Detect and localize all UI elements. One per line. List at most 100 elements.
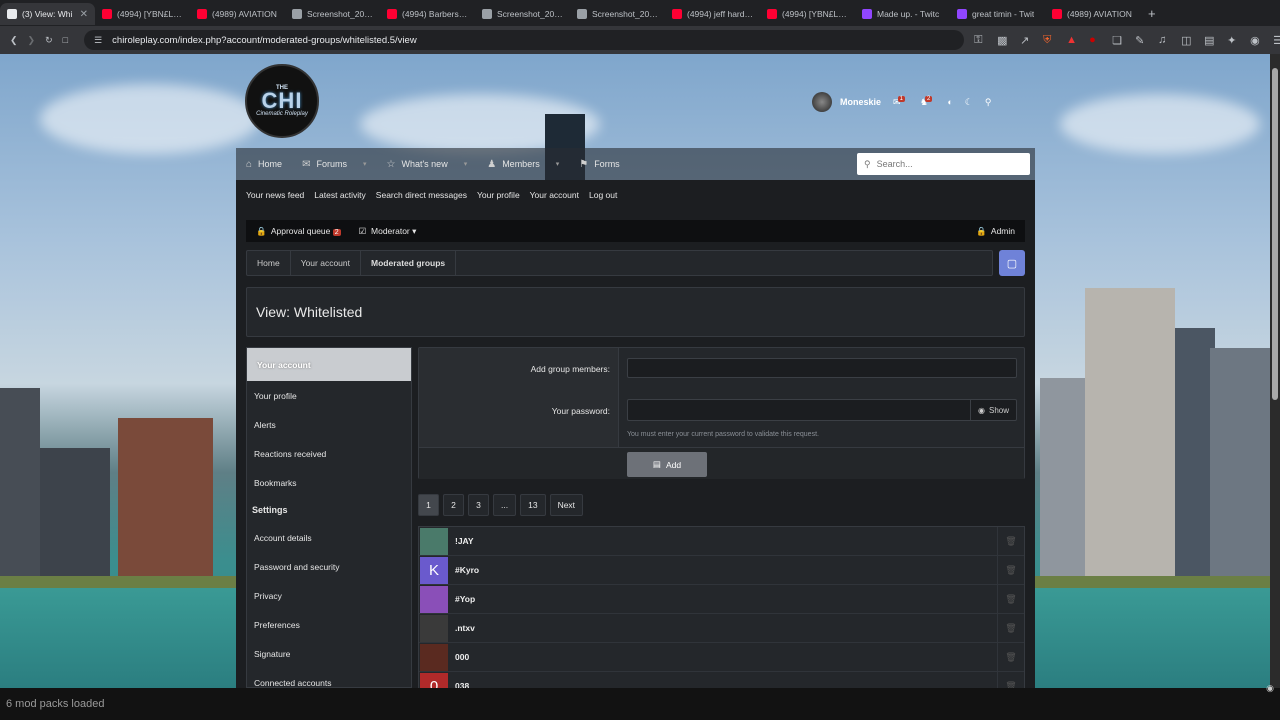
extension-icon[interactable]: ❏ [1112, 34, 1124, 47]
puzzle-icon[interactable]: ✎ [1135, 34, 1147, 47]
subnav-link[interactable]: Latest activity [314, 190, 366, 200]
ublock-icon[interactable]: ● [1089, 34, 1101, 46]
browser-tab[interactable]: Screenshot_2025 [285, 3, 380, 25]
scrollbar-thumb[interactable] [1272, 68, 1278, 400]
member-name[interactable]: !JAY [455, 536, 474, 546]
pager-page-button[interactable]: 3 [468, 494, 489, 516]
brave-shield-icon[interactable]: ⛨ [1043, 34, 1055, 46]
chevron-down-icon[interactable]: ▾ [556, 160, 560, 168]
bookmark-icon[interactable]: □ [63, 35, 68, 45]
page-scrollbar[interactable] [1270, 54, 1280, 688]
trash-icon[interactable]: 🗑 [997, 585, 1024, 613]
menu-icon[interactable]: ☰ [1273, 34, 1280, 47]
pager-next-button[interactable]: Next [549, 494, 584, 516]
subnav-link[interactable]: Your account [530, 190, 579, 200]
trash-icon[interactable]: 🗑 [997, 614, 1024, 642]
music-icon[interactable]: ♫ [1158, 34, 1170, 46]
add-button[interactable]: ▤ Add [627, 452, 707, 477]
close-icon[interactable]: ✕ [80, 9, 88, 20]
browser-tab[interactable]: Screenshot_2025 [475, 3, 570, 25]
password-input[interactable]: ◉ Show [627, 399, 1017, 421]
inbox-icon[interactable]: ✉1 [893, 95, 908, 108]
search-icon[interactable]: ⚲ [985, 97, 992, 108]
user-avatar[interactable] [812, 92, 832, 112]
browser-tab[interactable]: (4989) AVIATION [1045, 3, 1140, 25]
member-avatar[interactable] [420, 643, 448, 671]
moderator-menu[interactable]: ☑ Moderator ▾ [359, 226, 417, 237]
new-tab-button[interactable]: + [1148, 6, 1156, 21]
chevron-down-icon[interactable]: ▾ [464, 160, 468, 168]
sidebar-item-reactions[interactable]: Reactions received [247, 439, 411, 468]
pager-page-button[interactable]: 2 [443, 494, 464, 516]
site-logo[interactable]: THE CHI Cinematic Roleplay [245, 64, 319, 138]
subnav-link[interactable]: Log out [589, 190, 617, 200]
nav-forms[interactable]: ⚑ Forms [569, 148, 629, 180]
member-avatar[interactable] [420, 614, 448, 642]
key-icon[interactable]: ⚿ [974, 34, 986, 46]
sidebar-item-preferences[interactable]: Preferences [247, 610, 411, 639]
rewards-icon[interactable]: ▲ [1066, 34, 1078, 46]
browser-tab[interactable]: great timin - Twit [950, 3, 1045, 25]
member-avatar[interactable] [420, 527, 448, 555]
leo-icon[interactable]: ✦ [1227, 34, 1239, 47]
mic-icon[interactable]: ◉ [1266, 683, 1274, 694]
browser-tab[interactable]: Made up. - Twitc [855, 3, 950, 25]
subnav-link[interactable]: Search direct messages [376, 190, 467, 200]
address-bar[interactable]: ☰ chiroleplay.com/index.php?account/mode… [84, 30, 965, 50]
browser-tab[interactable]: (4994) jeff hardy , [665, 3, 760, 25]
sidebar-item-bookmarks[interactable]: Bookmarks [247, 468, 411, 497]
bell-icon[interactable]: ♞2 [920, 95, 935, 108]
discord-button[interactable]: ▢ [999, 250, 1025, 276]
forward-icon[interactable]: ❯ [28, 35, 36, 46]
member-avatar[interactable] [420, 585, 448, 613]
sidebar-item-alerts[interactable]: Alerts [247, 410, 411, 439]
member-avatar[interactable]: 0 [420, 672, 448, 688]
nav-forums[interactable]: ✉ Forums ▾ [292, 148, 376, 180]
trash-icon[interactable]: 🗑 [997, 556, 1024, 584]
trash-icon[interactable]: 🗑 [997, 643, 1024, 671]
moon-icon[interactable]: ☾ [965, 97, 973, 108]
pager-page-button[interactable]: 13 [520, 494, 546, 516]
trash-icon[interactable]: 🗑 [997, 672, 1024, 688]
sidebar-item-account-details[interactable]: Account details [247, 523, 411, 552]
cast-icon[interactable]: ▩ [997, 34, 1009, 47]
subnav-link[interactable]: Your profile [477, 190, 520, 200]
chevron-down-icon[interactable]: ▾ [363, 160, 367, 168]
url-text[interactable]: chiroleplay.com/index.php?account/modera… [112, 35, 417, 46]
sidebar-item-your-profile[interactable]: Your profile [247, 381, 411, 410]
browser-tab[interactable]: (4994) [YBN£LS] I [760, 3, 855, 25]
member-name[interactable]: .ntxv [455, 623, 475, 633]
pager-page-button[interactable]: 1 [418, 494, 439, 516]
admin-link[interactable]: 🔒 Admin [976, 226, 1015, 237]
member-name[interactable]: 000 [455, 652, 469, 662]
toggle-icon[interactable]: ◐ [947, 97, 952, 107]
wallet-icon[interactable]: ▤ [1204, 34, 1216, 47]
share-icon[interactable]: ↗ [1020, 34, 1032, 47]
breadcrumb-home[interactable]: Home [247, 251, 291, 275]
pager-page-button[interactable]: ... [493, 494, 517, 516]
nav-whats-new[interactable]: ☆ What's new ▾ [376, 148, 477, 180]
member-name[interactable]: #Kyro [455, 565, 479, 575]
member-avatar[interactable]: K [420, 556, 448, 584]
username-link[interactable]: Moneskie [840, 97, 881, 107]
trash-icon[interactable]: 🗑 [997, 527, 1024, 555]
browser-tab[interactable]: (3) View: Whi ✕ [0, 3, 95, 25]
browser-tab[interactable]: Screenshot_2025 [570, 3, 665, 25]
site-info-icon[interactable]: ☰ [94, 35, 102, 46]
sidebar-item-signature[interactable]: Signature [247, 639, 411, 668]
add-members-input[interactable] [627, 358, 1017, 378]
nav-members[interactable]: ♟ Members ▾ [477, 148, 569, 180]
browser-tab[interactable]: (4994) [YBN£LS] I [95, 3, 190, 25]
back-icon[interactable]: ❮ [10, 35, 18, 46]
browser-tab[interactable]: (4994) Barbersho [380, 3, 475, 25]
sidebar-icon[interactable]: ◫ [1181, 34, 1193, 47]
nav-home[interactable]: ⌂ Home [236, 148, 292, 180]
sidebar-item-privacy[interactable]: Privacy [247, 581, 411, 610]
browser-tab[interactable]: (4989) AVIATION [190, 3, 285, 25]
member-name[interactable]: 038 [455, 681, 469, 688]
sidebar-item-connected-accounts[interactable]: Connected accounts [247, 668, 411, 688]
member-name[interactable]: #Yop [455, 594, 475, 604]
show-password-button[interactable]: ◉ Show [970, 400, 1016, 420]
subnav-link[interactable]: Your news feed [246, 190, 304, 200]
search-input[interactable]: ⚲ Search... [857, 153, 1030, 175]
